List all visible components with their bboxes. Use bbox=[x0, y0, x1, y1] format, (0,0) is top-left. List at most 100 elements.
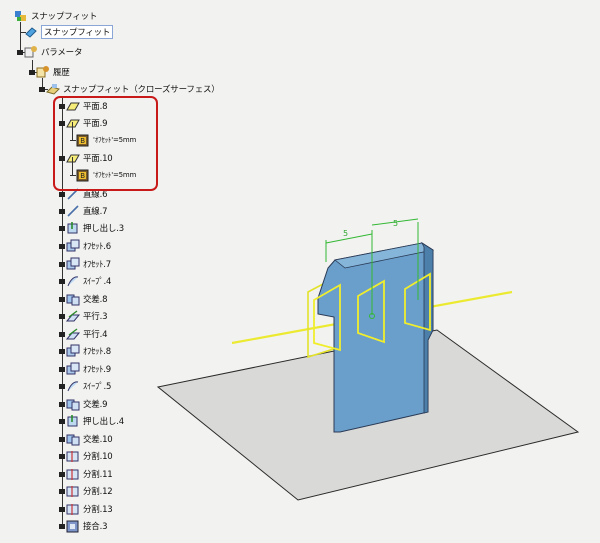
tree-item[interactable]: 分割.11 bbox=[66, 466, 113, 482]
tree-item[interactable]: 履歴 bbox=[36, 64, 70, 80]
extrude-icon bbox=[66, 414, 80, 428]
tree-expander[interactable] bbox=[59, 192, 65, 197]
tree-item[interactable]: 押し出し.4 bbox=[66, 413, 124, 429]
tree-expander[interactable] bbox=[59, 402, 65, 407]
tree-item[interactable]: B 'ｵﾌｾｯﾄ'=5mm bbox=[76, 132, 136, 148]
tree-expander[interactable] bbox=[59, 489, 65, 494]
tree-expander[interactable] bbox=[59, 314, 65, 319]
tree-expander[interactable] bbox=[59, 104, 65, 109]
split-icon bbox=[66, 449, 80, 463]
intersect-icon bbox=[66, 432, 80, 446]
tree-item[interactable]: ｵﾌｾｯﾄ.7 bbox=[66, 256, 111, 272]
tree-expander[interactable] bbox=[59, 332, 65, 337]
tree-item[interactable]: 接合.3 bbox=[66, 518, 108, 534]
tree-item-label: 平行.3 bbox=[83, 312, 108, 322]
tree-item-label: 交差.9 bbox=[83, 400, 108, 410]
split-icon bbox=[66, 467, 80, 481]
svg-text:B: B bbox=[80, 137, 85, 145]
sweep-icon bbox=[66, 274, 80, 288]
tree-item-label: 履歴 bbox=[53, 68, 70, 78]
tree-item[interactable]: 平行.3 bbox=[65, 308, 108, 324]
tree-item[interactable]: ｽｲｰﾌﾟ.4 bbox=[66, 273, 111, 289]
tree-item-label: ｵﾌｾｯﾄ.8 bbox=[83, 347, 111, 357]
tree-item-label: 直線.6 bbox=[83, 190, 108, 200]
extrude-icon bbox=[66, 221, 80, 235]
tree-item-label: 平行.4 bbox=[83, 330, 108, 340]
parallel-icon bbox=[65, 309, 81, 323]
tree-item-label: ｽｲｰﾌﾟ.5 bbox=[83, 382, 112, 392]
tree-expander[interactable] bbox=[39, 87, 45, 92]
tree-connector bbox=[70, 140, 76, 141]
tree-expander[interactable] bbox=[17, 50, 23, 55]
tree-item-label: 接合.3 bbox=[83, 522, 108, 532]
spec-tree: スナップフィット スナップフィット パラメータ 履歴 スナップフィット（クローズサーフェ… bbox=[0, 0, 600, 543]
offset-icon bbox=[66, 362, 80, 376]
formula-icon: B bbox=[76, 168, 90, 182]
tree-expander[interactable] bbox=[59, 367, 65, 372]
tree-expander[interactable] bbox=[59, 226, 65, 231]
tree-item[interactable]: パラメータ bbox=[24, 44, 82, 60]
tree-item[interactable]: スナップフィット bbox=[24, 24, 114, 40]
tree-item[interactable]: 交差.8 bbox=[66, 291, 108, 307]
tree-expander[interactable] bbox=[59, 244, 65, 249]
tree-expander[interactable] bbox=[29, 70, 35, 75]
tree-item[interactable]: ｵﾌｾｯﾄ.9 bbox=[66, 361, 111, 377]
tree-expander[interactable] bbox=[59, 121, 65, 126]
tree-expander[interactable] bbox=[59, 437, 65, 442]
tree-item-label: ｽｲｰﾌﾟ.4 bbox=[83, 277, 112, 287]
tree-expander[interactable] bbox=[59, 262, 65, 267]
tree-item-label: スナップフィット（クローズサーフェス） bbox=[63, 85, 220, 95]
plane-icon bbox=[66, 99, 80, 113]
tree-item-label: ｵﾌｾｯﾄ.6 bbox=[83, 242, 111, 252]
tree-item[interactable]: B 'ｵﾌｾｯﾄ'=5mm bbox=[76, 167, 136, 183]
tree-expander[interactable] bbox=[59, 384, 65, 389]
tree-item-label: 平面.9 bbox=[83, 119, 108, 129]
product-root-icon bbox=[14, 9, 28, 23]
tree-item-label: 分割.11 bbox=[83, 470, 113, 480]
tree-item-label: ｵﾌｾｯﾄ.9 bbox=[83, 365, 111, 375]
tree-expander[interactable] bbox=[59, 507, 65, 512]
tree-item[interactable]: ｵﾌｾｯﾄ.6 bbox=[66, 238, 111, 254]
tree-expander[interactable] bbox=[59, 454, 65, 459]
tree-item-label: 交差.8 bbox=[83, 295, 108, 305]
tree-item[interactable]: 押し出し.3 bbox=[66, 220, 124, 236]
tree-root-label: スナップフィット bbox=[31, 12, 98, 22]
tree-expander[interactable] bbox=[59, 156, 65, 161]
tree-item[interactable]: ｵﾌｾｯﾄ.8 bbox=[66, 343, 111, 359]
sweep-icon bbox=[66, 379, 80, 393]
tree-item-label: 平面.8 bbox=[83, 102, 108, 112]
tree-item-label: パラメータ bbox=[41, 48, 83, 58]
tree-connector bbox=[72, 122, 73, 140]
offset-icon bbox=[66, 257, 80, 271]
tree-expander[interactable] bbox=[59, 279, 65, 284]
tree-expander[interactable] bbox=[59, 297, 65, 302]
tree-item[interactable]: ｽｲｰﾌﾟ.5 bbox=[66, 378, 111, 394]
tree-item[interactable]: スナップフィット（クローズサーフェス） bbox=[46, 81, 220, 97]
tree-item[interactable]: 直線.7 bbox=[66, 203, 108, 219]
tree-item[interactable]: 平面.8 bbox=[66, 98, 108, 114]
tree-expander[interactable] bbox=[59, 419, 65, 424]
tree-item-label: 'ｵﾌｾｯﾄ'=5mm bbox=[93, 171, 137, 179]
tree-item[interactable]: 分割.13 bbox=[66, 501, 113, 517]
join-icon bbox=[66, 519, 80, 533]
tree-connector bbox=[70, 175, 76, 176]
tree-item[interactable]: 交差.10 bbox=[66, 431, 113, 447]
tree-expander[interactable] bbox=[59, 209, 65, 214]
split-icon bbox=[66, 502, 80, 516]
tree-expander[interactable] bbox=[59, 472, 65, 477]
tree-connector bbox=[20, 22, 21, 52]
tree-root[interactable]: スナップフィット bbox=[14, 8, 97, 24]
tree-item-label: 'ｵﾌｾｯﾄ'=5mm bbox=[93, 136, 137, 144]
line-icon bbox=[66, 187, 80, 201]
tree-item-label: 押し出し.4 bbox=[83, 417, 124, 427]
svg-text:B: B bbox=[80, 172, 85, 180]
tree-item[interactable]: 交差.9 bbox=[66, 396, 108, 412]
tree-item[interactable]: 分割.10 bbox=[66, 448, 113, 464]
tree-item[interactable]: 平行.4 bbox=[65, 326, 108, 342]
tree-expander[interactable] bbox=[59, 349, 65, 354]
plane-icon bbox=[66, 151, 80, 165]
tree-expander[interactable] bbox=[59, 524, 65, 529]
intersect-icon bbox=[66, 397, 80, 411]
tree-item[interactable]: 分割.12 bbox=[66, 483, 113, 499]
tree-item[interactable]: 直線.6 bbox=[66, 186, 108, 202]
